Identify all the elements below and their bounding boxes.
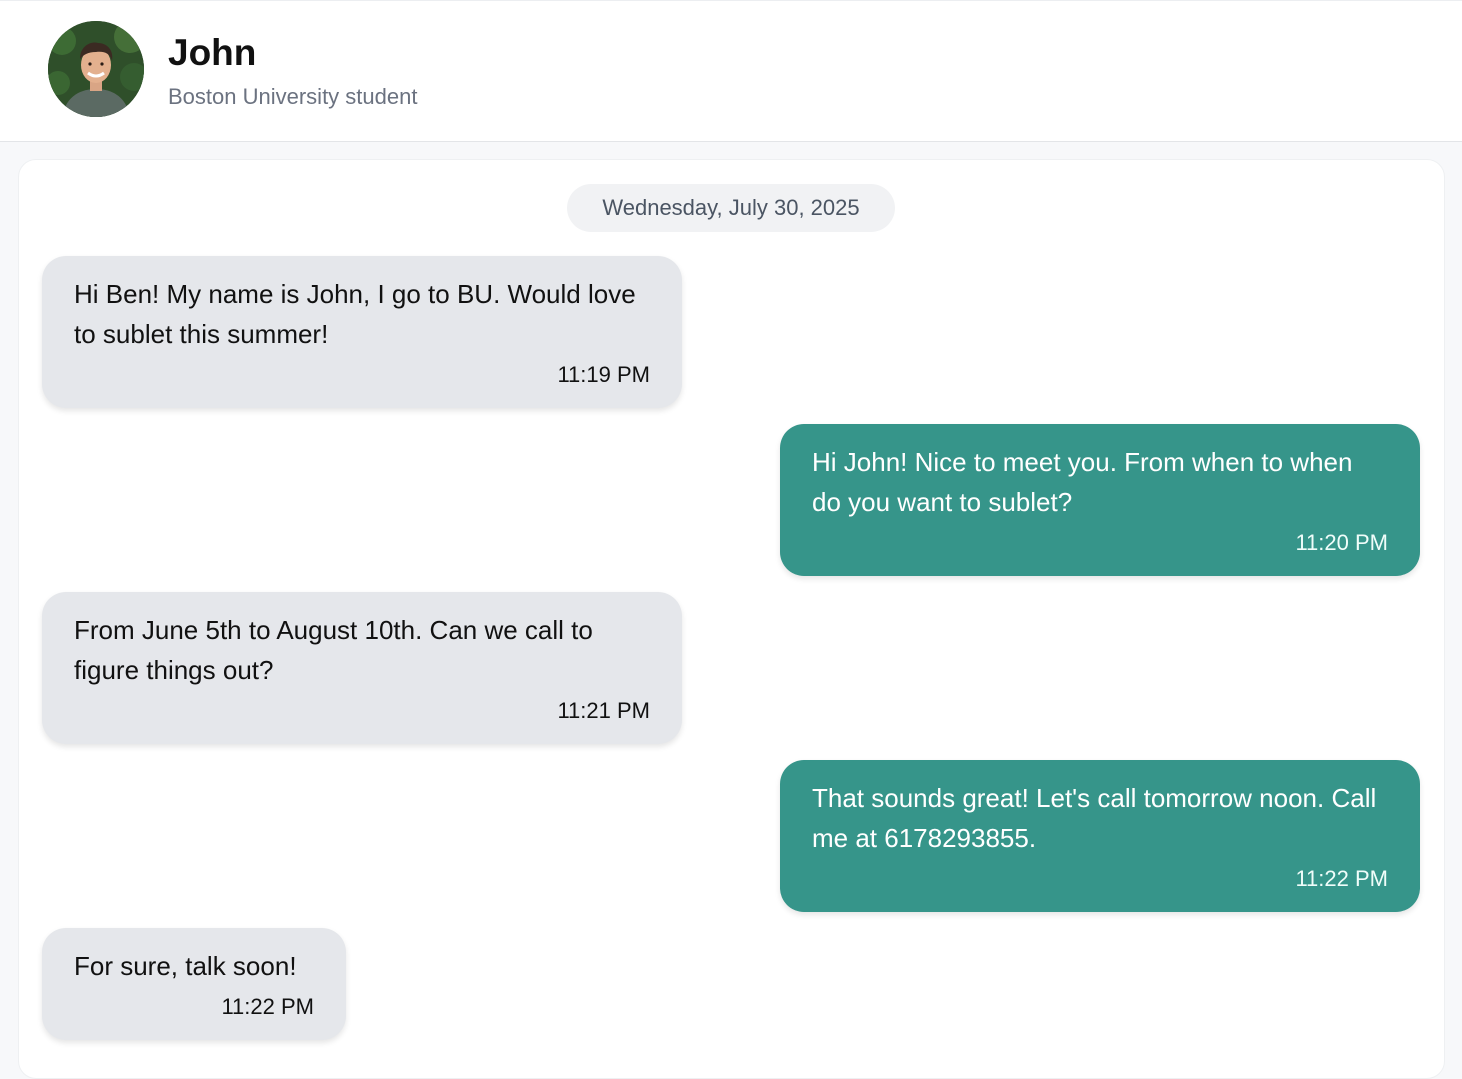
message-text: From June 5th to August 10th. Can we cal… bbox=[74, 615, 593, 685]
message-bubble-outgoing[interactable]: That sounds great! Let's call tomorrow n… bbox=[780, 760, 1420, 912]
message-text: Hi Ben! My name is John, I go to BU. Wou… bbox=[74, 279, 636, 349]
message-text: Hi John! Nice to meet you. From when to … bbox=[812, 447, 1353, 517]
message-timestamp: 11:22 PM bbox=[1295, 866, 1388, 891]
message-text: That sounds great! Let's call tomorrow n… bbox=[812, 783, 1377, 853]
message-bubble-outgoing[interactable]: Hi John! Nice to meet you. From when to … bbox=[780, 424, 1420, 576]
message-bubble-incoming[interactable]: For sure, talk soon! 11:22 PM bbox=[42, 928, 346, 1040]
message-text: For sure, talk soon! bbox=[74, 951, 297, 981]
message-timestamp: 11:21 PM bbox=[557, 698, 650, 723]
contact-name: John bbox=[168, 32, 257, 73]
message-timestamp: 11:20 PM bbox=[1295, 530, 1388, 555]
date-separator: Wednesday, July 30, 2025 bbox=[567, 184, 895, 232]
chat-header: John Boston University student bbox=[0, 0, 1462, 142]
message-timestamp: 11:22 PM bbox=[221, 994, 314, 1019]
message-bubble-incoming[interactable]: Hi Ben! My name is John, I go to BU. Wou… bbox=[42, 256, 682, 408]
message-bubble-incoming[interactable]: From June 5th to August 10th. Can we cal… bbox=[42, 592, 682, 744]
avatar[interactable] bbox=[48, 21, 144, 117]
contact-subtitle: Boston University student bbox=[168, 84, 418, 109]
user-photo-avatar-icon bbox=[48, 21, 144, 117]
message-timestamp: 11:19 PM bbox=[557, 362, 650, 387]
